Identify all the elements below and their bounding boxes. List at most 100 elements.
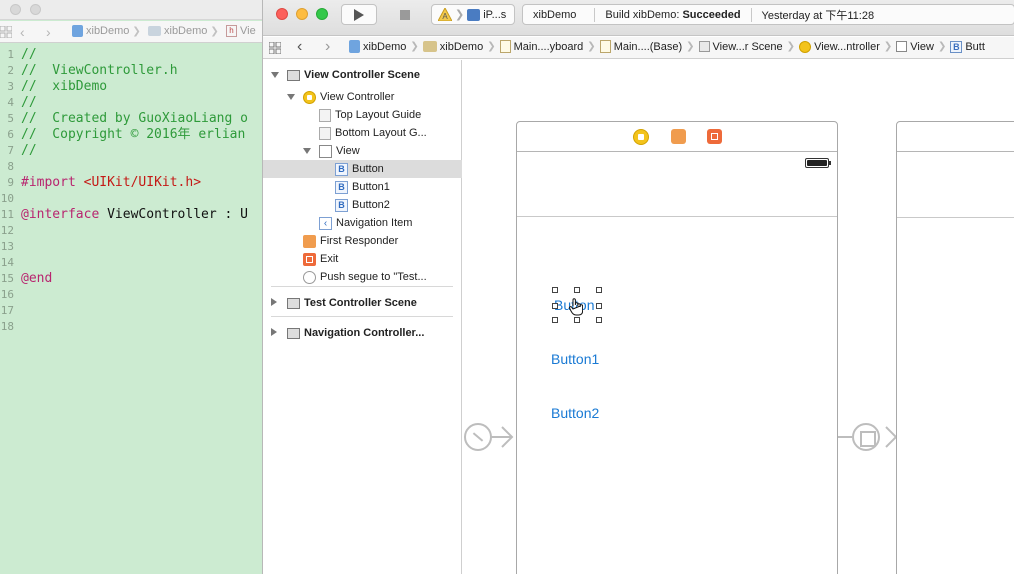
resize-handle[interactable] <box>596 303 602 309</box>
button1-button[interactable]: Button1 <box>551 351 599 367</box>
jump-bar-item-label: xibDemo <box>439 40 484 53</box>
code-line[interactable]: 12 <box>0 223 262 239</box>
view-controller-icon[interactable] <box>633 129 649 145</box>
outline-item[interactable]: View Controller Scene <box>263 66 462 84</box>
background-jump-folder[interactable]: xibDemo ❯ <box>148 25 219 37</box>
outline-item[interactable]: Exit <box>263 250 462 268</box>
jump-bar-item[interactable]: Main....yboard <box>499 40 583 53</box>
battery-icon <box>805 158 831 168</box>
background-minimize-icon[interactable] <box>30 4 41 15</box>
jump-bar-item[interactable]: xibDemo <box>349 40 406 53</box>
outline-item-label: Navigation Item <box>336 217 413 229</box>
outline-item[interactable]: Top Layout Guide <box>263 106 462 124</box>
stop-icon <box>400 10 410 20</box>
storyboard-entry-point-icon[interactable] <box>464 423 492 451</box>
code-text: // Copyright © 2016年 erlian <box>21 127 245 143</box>
disclosure-open-icon[interactable] <box>271 72 279 78</box>
disclosure-open-icon[interactable] <box>287 94 295 100</box>
jump-bar-item[interactable]: View <box>896 41 934 53</box>
app-target-icon: A <box>438 8 452 21</box>
stop-button[interactable] <box>387 4 421 25</box>
code-line[interactable]: 7 // <box>0 143 262 159</box>
outline-item[interactable]: B Button2 <box>263 196 462 214</box>
outline-item[interactable]: Bottom Layout G... <box>263 124 462 142</box>
disclosure-closed-icon[interactable] <box>271 328 277 336</box>
background-jump-file[interactable]: h Vie <box>226 25 256 37</box>
forward-arrow-icon[interactable]: › <box>46 24 51 40</box>
code-line[interactable]: 4 // <box>0 95 262 111</box>
resize-handle[interactable] <box>552 303 558 309</box>
disclosure-open-icon[interactable] <box>303 148 311 154</box>
outline-item[interactable]: First Responder <box>263 232 462 250</box>
project-icon <box>349 40 360 53</box>
close-window-icon[interactable] <box>276 8 288 20</box>
outline-item[interactable]: B Button <box>263 160 462 178</box>
code-line[interactable]: 1 // <box>0 47 262 63</box>
back-arrow-icon[interactable]: ‹ <box>20 24 25 40</box>
run-button[interactable] <box>341 4 377 25</box>
first-responder-icon[interactable] <box>671 129 686 144</box>
jump-bar-item[interactable]: View...ntroller <box>799 40 880 53</box>
code-line[interactable]: 16 <box>0 287 262 303</box>
exit-icon[interactable] <box>707 129 722 144</box>
disclosure-closed-icon[interactable] <box>271 298 277 306</box>
zoom-window-icon[interactable] <box>316 8 328 20</box>
outline-item[interactable]: B Button1 <box>263 178 462 196</box>
minimize-window-icon[interactable] <box>296 8 308 20</box>
code-line[interactable]: 11 @interface ViewController : U <box>0 207 262 223</box>
code-line[interactable]: 10 <box>0 191 262 207</box>
storyboard-canvas[interactable]: Button Button1 Button2 <box>463 60 1014 574</box>
code-line[interactable]: 17 <box>0 303 262 319</box>
line-number: 4 <box>7 96 14 109</box>
header-file-icon: h <box>226 25 237 37</box>
view-controller-frame[interactable]: Button Button1 Button2 <box>516 121 838 574</box>
jump-bar-item[interactable]: Main....(Base) <box>599 40 682 53</box>
code-line[interactable]: 9 #import <UIKit/UIKit.h> <box>0 175 262 191</box>
jump-bar-item[interactable]: B Butt <box>950 40 985 53</box>
code-line[interactable]: 15 @end <box>0 271 262 287</box>
jump-bar-item[interactable]: xibDemo <box>422 40 484 53</box>
code-token: // Created by GuoXiaoLiang o <box>21 111 248 126</box>
code-line[interactable]: 13 <box>0 239 262 255</box>
code-line[interactable]: 18 <box>0 319 262 335</box>
code-line[interactable]: 14 <box>0 255 262 271</box>
line-number: 16 <box>0 288 14 301</box>
code-editor[interactable]: 1 // 2 // ViewController.h 3 // xibDemo 4 // 5 //… <box>0 44 262 574</box>
code-text: @interface ViewController : U <box>21 207 248 223</box>
forward-arrow-icon[interactable]: › <box>325 38 330 56</box>
button2-button[interactable]: Button2 <box>551 405 599 421</box>
outline-item[interactable]: View <box>263 142 462 160</box>
outline-item-label: Button2 <box>352 199 390 211</box>
button-icon: B <box>950 40 963 53</box>
resize-handle[interactable] <box>552 287 558 293</box>
background-close-icon[interactable] <box>10 4 21 15</box>
resize-handle[interactable] <box>574 287 580 293</box>
layout-guide-icon <box>319 108 331 122</box>
resize-handle[interactable] <box>596 317 602 323</box>
scheme-selector[interactable]: A ❯ iP...s <box>431 4 515 25</box>
code-line[interactable]: 2 // ViewController.h <box>0 63 262 79</box>
resize-handle[interactable] <box>596 287 602 293</box>
next-scene-frame[interactable] <box>896 121 1014 574</box>
code-line[interactable]: 5 // Created by GuoXiaoLiang o <box>0 111 262 127</box>
related-items-icon[interactable] <box>269 42 281 54</box>
back-arrow-icon[interactable]: ‹ <box>297 38 302 56</box>
outline-item[interactable]: Push segue to "Test... <box>263 268 462 286</box>
view-icon <box>896 41 908 52</box>
code-line[interactable]: 3 // xibDemo <box>0 79 262 95</box>
background-titlebar <box>0 0 262 20</box>
jump-bar-item[interactable]: View...r Scene <box>698 41 783 53</box>
code-line[interactable]: 8 <box>0 159 262 175</box>
background-jump-project[interactable]: xibDemo ❯ <box>72 25 141 37</box>
related-items-icon[interactable] <box>0 26 12 38</box>
resize-handle[interactable] <box>574 317 580 323</box>
outline-item[interactable]: Navigation Controller... <box>263 324 462 342</box>
outline-item[interactable]: ‹ Navigation Item <box>263 214 462 232</box>
resize-handle[interactable] <box>552 317 558 323</box>
outline-item[interactable]: Test Controller Scene <box>263 294 462 312</box>
line-number: 7 <box>7 144 14 157</box>
build-status: Build xibDemo: Succeeded <box>605 8 741 21</box>
outline-item[interactable]: View Controller <box>263 88 462 106</box>
outline-divider <box>271 316 453 317</box>
code-line[interactable]: 6 // Copyright © 2016年 erlian <box>0 127 262 143</box>
